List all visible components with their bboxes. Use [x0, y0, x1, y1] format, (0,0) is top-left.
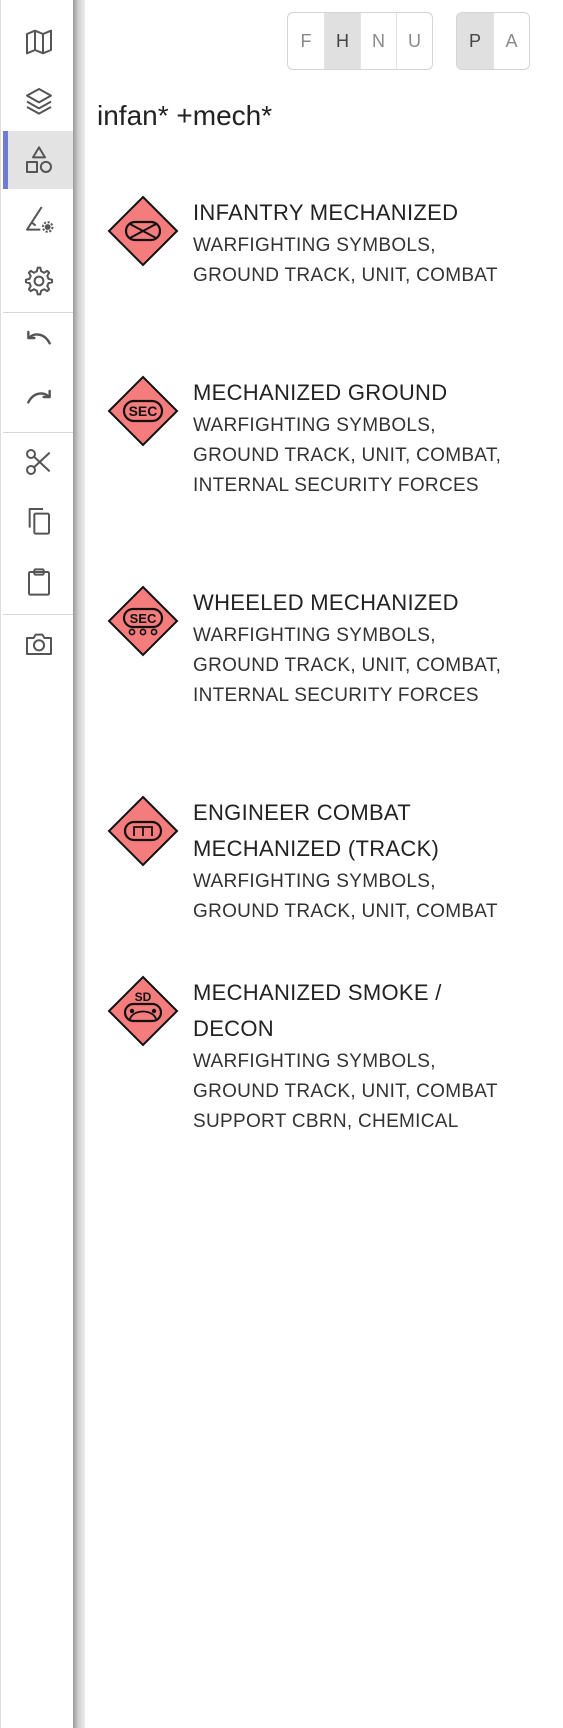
- panel-divider-shadow: [73, 0, 85, 1728]
- result-title: MECHANIZED GROUND: [193, 380, 448, 405]
- hostile-smoke-decon-symbol: SD: [107, 975, 179, 1047]
- result-category: GROUND TRACK, UNIT, COMBAT: [193, 265, 498, 286]
- scissors-icon: [25, 449, 50, 475]
- paste-button[interactable]: [3, 553, 74, 611]
- symbol-search-panel: F H N U P A infan* +mech* INFANTRY MECHA…: [85, 0, 563, 1728]
- redo-icon: [26, 389, 51, 404]
- undo-button[interactable]: [3, 313, 74, 371]
- symbol-label: SEC: [130, 611, 157, 626]
- screenshot-button[interactable]: [3, 615, 74, 673]
- status-anticipated-button[interactable]: A: [493, 13, 529, 69]
- left-toolbar: [0, 0, 74, 1728]
- result-category: WARFIGHTING SYMBOLS,: [193, 235, 436, 256]
- result-title: ENGINEER COMBAT: [193, 800, 412, 825]
- result-category: INTERNAL SECURITY FORCES: [193, 685, 479, 706]
- settings-tool-button[interactable]: [3, 252, 74, 310]
- affiliation-unknown-button[interactable]: U: [396, 13, 432, 69]
- draw-settings-tool-button[interactable]: [3, 190, 74, 248]
- map-tool-button[interactable]: [3, 13, 74, 71]
- symbol-label: SEC: [129, 403, 158, 419]
- affiliation-hostile-button[interactable]: H: [324, 13, 360, 69]
- result-category: GROUND TRACK, UNIT, COMBAT,: [193, 445, 502, 466]
- result-title: WHEELED MECHANIZED: [193, 590, 459, 615]
- result-category: GROUND TRACK, UNIT, COMBAT: [193, 901, 498, 922]
- result-title: INFANTRY MECHANIZED: [193, 200, 459, 225]
- gear-icon: [24, 266, 53, 296]
- cut-button[interactable]: [3, 433, 74, 491]
- clipboard-icon: [27, 568, 50, 596]
- result-category: WARFIGHTING SYMBOLS,: [193, 625, 436, 646]
- result-title: MECHANIZED SMOKE /: [193, 980, 442, 1005]
- affiliation-filter: F H N U: [287, 12, 433, 70]
- layers-tool-button[interactable]: [3, 72, 74, 130]
- map-icon: [25, 29, 52, 55]
- result-title: DECON: [193, 1016, 274, 1041]
- hostile-security-mechanized-symbol: SEC: [107, 375, 179, 447]
- camera-icon: [25, 633, 52, 655]
- search-query[interactable]: infan* +mech*: [97, 100, 272, 132]
- hostile-security-wheeled-symbol: SEC: [107, 585, 179, 657]
- result-category: SUPPORT CBRN, CHEMICAL: [193, 1111, 459, 1132]
- draw-settings-icon: [25, 206, 53, 233]
- hostile-infantry-mechanized-symbol: [107, 195, 179, 267]
- result-category: WARFIGHTING SYMBOLS,: [193, 871, 436, 892]
- result-category: GROUND TRACK, UNIT, COMBAT: [193, 1081, 498, 1102]
- result-category: WARFIGHTING SYMBOLS,: [193, 1051, 436, 1072]
- redo-button[interactable]: [3, 372, 74, 430]
- symbols-tool-button[interactable]: [3, 131, 74, 189]
- copy-button[interactable]: [3, 492, 74, 550]
- status-present-button[interactable]: P: [457, 13, 493, 69]
- undo-icon: [26, 330, 51, 345]
- result-title: MECHANIZED (TRACK): [193, 836, 440, 861]
- result-category: INTERNAL SECURITY FORCES: [193, 475, 479, 496]
- affiliation-neutral-button[interactable]: N: [360, 13, 396, 69]
- hostile-engineer-mechanized-symbol: [107, 795, 179, 867]
- copy-icon: [28, 508, 50, 535]
- result-category: WARFIGHTING SYMBOLS,: [193, 415, 436, 436]
- shapes-icon: [25, 146, 52, 174]
- layers-icon: [25, 88, 52, 115]
- result-category: GROUND TRACK, UNIT, COMBAT,: [193, 655, 502, 676]
- symbol-label: SD: [135, 990, 152, 1004]
- affiliation-friend-button[interactable]: F: [288, 13, 324, 69]
- status-filter: P A: [456, 12, 530, 70]
